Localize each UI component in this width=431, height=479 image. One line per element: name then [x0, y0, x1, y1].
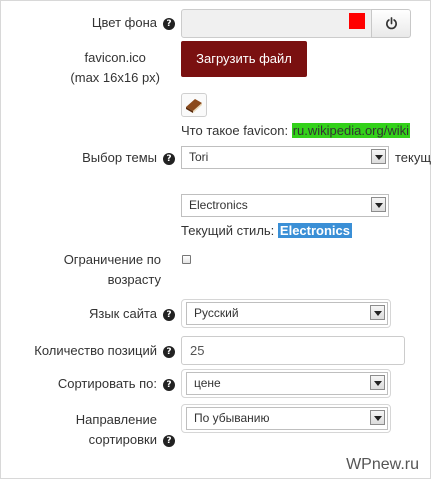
favicon-preview [181, 93, 207, 117]
bg-color-label: Цвет фона? [92, 12, 175, 33]
upload-file-button[interactable]: Загрузить файл [181, 41, 307, 77]
chevron-down-icon[interactable] [371, 197, 386, 212]
chevron-down-icon[interactable] [370, 410, 385, 425]
sort-select-wrap: цене [181, 369, 391, 398]
reset-color-button[interactable] [371, 9, 411, 38]
theme-select-value: Tori [189, 150, 209, 164]
theme-label: Выбор темы? [82, 147, 175, 168]
direction-label-line1: Направление [75, 412, 157, 427]
help-icon[interactable]: ? [163, 346, 175, 358]
count-label: Количество позиций? [34, 340, 175, 361]
chevron-down-icon[interactable] [370, 305, 385, 320]
theme-label-text: Выбор темы [82, 150, 157, 165]
bg-color-input[interactable] [181, 9, 373, 38]
help-icon[interactable]: ? [163, 18, 175, 30]
favicon-book-icon [186, 99, 202, 113]
favicon-label: favicon.ico (max 16x16 px) [70, 48, 160, 88]
color-swatch[interactable] [349, 13, 365, 29]
count-label-text: Количество позиций [34, 343, 157, 358]
favicon-info-text: Что такое favicon: [181, 123, 289, 138]
direction-select-wrap: По убыванию [181, 404, 391, 433]
theme-select[interactable]: Tori [181, 146, 389, 169]
sort-select[interactable]: цене [186, 372, 388, 395]
current-style-value: Electronics [277, 223, 353, 238]
help-icon[interactable]: ? [163, 379, 175, 391]
sort-label-text: Сортировать по: [57, 376, 157, 391]
language-select[interactable]: Русский [186, 302, 388, 325]
bg-color-label-text: Цвет фона [91, 15, 157, 30]
language-label-text: Язык сайта [88, 306, 157, 321]
age-restriction-checkbox[interactable] [182, 255, 191, 264]
power-icon [386, 17, 397, 30]
sort-label: Сортировать по:? [58, 373, 175, 394]
direction-label-line2: сортировки [88, 432, 157, 447]
favicon-wiki-link[interactable]: ru.wikipedia.org/wiki [291, 123, 411, 138]
favicon-info: Что такое favicon: ru.wikipedia.org/wiki [181, 122, 411, 139]
direction-label: Направление сортировки? [76, 410, 175, 450]
help-icon[interactable]: ? [163, 153, 175, 165]
style-select-value: Electronics [189, 198, 248, 212]
language-select-value: Русский [194, 306, 239, 320]
favicon-label-line2: (max 16x16 px) [70, 70, 160, 85]
sort-select-value: цене [194, 376, 221, 390]
current-style-label: Текущий стиль: [181, 223, 275, 238]
help-icon[interactable]: ? [163, 309, 175, 321]
chevron-down-icon[interactable] [370, 375, 385, 390]
direction-select[interactable]: По убыванию [186, 407, 388, 430]
watermark: WPnew.ru [346, 456, 419, 473]
count-input[interactable]: 25 [181, 336, 405, 365]
age-label: Ограничение по возрасту [64, 250, 161, 290]
language-label: Язык сайта? [89, 303, 175, 324]
favicon-label-line1: favicon.ico [84, 50, 146, 65]
age-label-line1: Ограничение по [63, 252, 161, 267]
help-icon[interactable]: ? [163, 435, 175, 447]
language-select-wrap: Русский [181, 299, 391, 328]
theme-current-text: текущ [395, 150, 431, 165]
direction-select-value: По убыванию [194, 411, 270, 425]
current-style: Текущий стиль: Electronics [181, 222, 353, 239]
age-label-line2: возрасту [107, 272, 161, 287]
chevron-down-icon[interactable] [371, 149, 386, 164]
style-select[interactable]: Electronics [181, 194, 389, 217]
